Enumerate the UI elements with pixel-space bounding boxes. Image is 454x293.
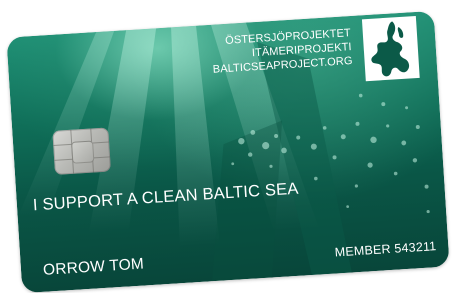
page-background: ÖSTERSJÖPROJEKTET ITÄMERIPROJEKTI BALTIC…: [0, 0, 454, 293]
membership-card: ÖSTERSJÖPROJEKTET ITÄMERIPROJEKTI BALTIC…: [6, 10, 450, 293]
baltic-sea-map-icon: [361, 15, 420, 82]
organization-block: ÖSTERSJÖPROJEKTET ITÄMERIPROJEKTI BALTIC…: [211, 26, 353, 77]
emv-chip-icon: [52, 127, 111, 175]
